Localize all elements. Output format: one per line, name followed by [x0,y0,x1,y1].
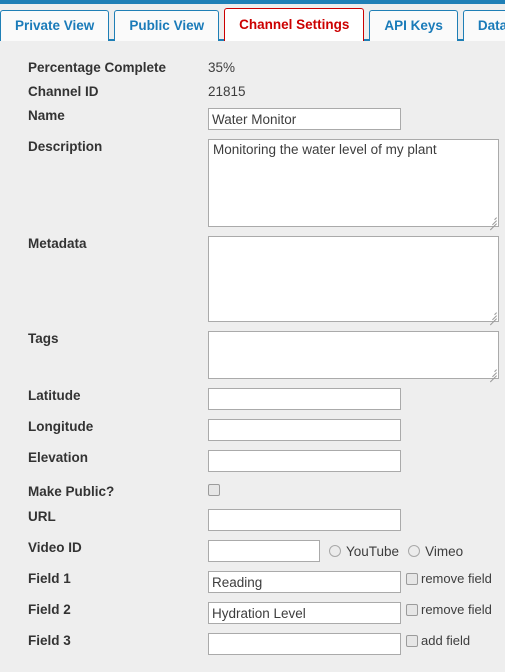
description-control: Monitoring the water level of my plant [208,139,505,231]
url-label: URL [28,509,56,524]
vimeo-label: Vimeo [425,543,464,559]
elevation-control [208,450,505,472]
field-2-remove-checkbox[interactable] [406,603,418,616]
video-id-control: YouTube Vimeo [208,540,505,562]
vimeo-radio[interactable] [408,545,421,557]
row-elevation: Elevation [0,450,505,481]
row-field-2: Field 2 remove field [0,602,505,633]
longitude-label: Longitude [28,419,94,434]
tab-strip: Private View Public View Channel Setting… [0,0,505,41]
youtube-label: YouTube [346,543,400,559]
tags-textarea[interactable] [208,331,499,379]
tab-list: Private View Public View Channel Setting… [0,8,505,41]
field-3-action-label: add field [421,633,471,648]
row-video-id: Video ID YouTube Vimeo [0,540,505,571]
longitude-control [208,419,505,441]
field-3-add-checkbox[interactable] [406,634,418,647]
metadata-label: Metadata [28,236,87,251]
name-label: Name [28,108,65,123]
field-1-action[interactable]: remove field [406,571,492,586]
row-longitude: Longitude [0,419,505,450]
name-control [208,108,505,130]
row-field-3: Field 3 add field [0,633,505,664]
field-2-label: Field 2 [28,602,71,617]
row-url: URL [0,509,505,540]
field-3-control: add field [208,633,505,655]
row-make-public: Make Public? [0,481,505,509]
row-latitude: Latitude [0,388,505,419]
row-channel-id: Channel ID 21815 [0,84,505,108]
field-2-action[interactable]: remove field [406,602,492,617]
tags-textarea-wrap [208,331,499,383]
description-textarea[interactable]: Monitoring the water level of my plant [208,139,499,227]
percentage-complete-label: Percentage Complete [28,60,167,75]
make-public-checkbox[interactable] [208,484,220,496]
video-source-vimeo[interactable]: Vimeo [408,544,463,559]
tab-channel-settings[interactable]: Channel Settings [224,8,365,41]
elevation-input[interactable] [208,450,401,472]
field-1-action-label: remove field [421,571,492,586]
row-tags: Tags [0,331,505,388]
field-2-action-label: remove field [421,602,492,617]
latitude-control [208,388,505,410]
percentage-complete-value: 35% [208,60,236,75]
name-input[interactable] [208,108,401,130]
row-field-1: Field 1 remove field [0,571,505,602]
channel-id-label: Channel ID [28,84,99,99]
latitude-label: Latitude [28,388,81,403]
field-1-control: remove field [208,571,505,593]
make-public-control [208,484,505,496]
video-source-youtube[interactable]: YouTube [329,544,399,559]
tab-public-view[interactable]: Public View [114,10,220,41]
description-textarea-wrap: Monitoring the water level of my plant [208,139,499,231]
row-description: Description Monitoring the water level o… [0,139,505,236]
tab-data[interactable]: Data [462,10,505,41]
field-2-control: remove field [208,602,505,624]
row-name: Name [0,108,505,139]
video-id-label: Video ID [28,540,82,555]
description-label: Description [28,139,103,154]
percentage-complete-control: 35% [208,60,505,75]
row-metadata: Metadata [0,236,505,331]
channel-settings-form: Percentage Complete 35% Channel ID 21815… [0,41,505,664]
field-1-remove-checkbox[interactable] [406,572,418,585]
channel-id-value: 21815 [208,84,246,99]
longitude-input[interactable] [208,419,401,441]
field-3-input[interactable] [208,633,401,655]
video-id-input[interactable] [208,540,320,562]
tags-label: Tags [28,331,59,346]
field-2-input[interactable] [208,602,401,624]
channel-id-control: 21815 [208,84,505,99]
metadata-textarea-wrap [208,236,499,326]
youtube-radio[interactable] [329,545,341,557]
metadata-control [208,236,505,326]
row-percentage-complete: Percentage Complete 35% [0,60,505,84]
url-input[interactable] [208,509,401,531]
url-control [208,509,505,531]
tab-private-view[interactable]: Private View [0,10,110,41]
field-3-action[interactable]: add field [406,633,470,648]
tags-control [208,331,505,383]
tab-api-keys[interactable]: API Keys [369,10,458,41]
elevation-label: Elevation [28,450,89,465]
latitude-input[interactable] [208,388,401,410]
make-public-label: Make Public? [28,484,115,499]
field-1-input[interactable] [208,571,401,593]
field-1-label: Field 1 [28,571,71,586]
field-3-label: Field 3 [28,633,71,648]
metadata-textarea[interactable] [208,236,499,322]
